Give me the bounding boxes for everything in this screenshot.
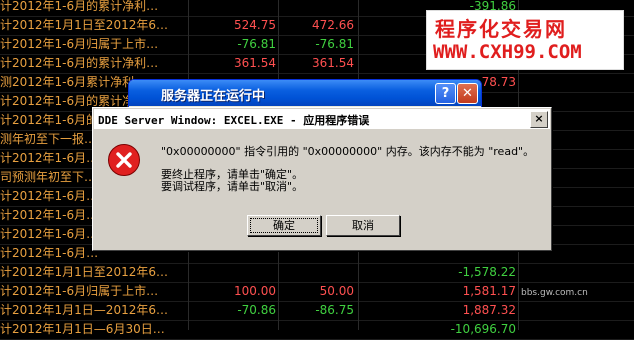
row-value-2: -76.81: [315, 37, 354, 51]
server-window-title: 服务器正在运行中: [161, 89, 266, 104]
error-dialog-title: DDE Server Window: EXCEL.EXE - 应用程序错误: [98, 114, 370, 127]
ok-button[interactable]: 确定: [247, 215, 321, 236]
row-value-3: 1,581.17: [462, 284, 516, 298]
bbs-watermark: bbs.gw.com.cn: [521, 288, 588, 298]
watermark-site-url: WWW.CXH99.COM: [433, 41, 582, 63]
row-value-3: 1,887.32: [462, 303, 516, 317]
row-value-2: [278, 263, 354, 282]
row-value-2: [278, 0, 354, 16]
table-row[interactable]: 计2012年1月1日—6月30日… -10,696.70: [0, 320, 634, 340]
table-row[interactable]: 计2012年1月1日至2012年6… -1,578.22: [0, 263, 634, 283]
row-value-2: 50.00: [319, 284, 354, 298]
row-value-1: [188, 0, 276, 16]
watermark-site-name: 程序化交易网: [435, 17, 567, 41]
error-message-line: "0x00000000" 指令引用的 "0x00000000" 内存。该内存不能…: [161, 145, 535, 158]
error-icon: [108, 144, 140, 176]
row-value-1: 100.00: [234, 284, 276, 298]
row-description: 计2012年1-6月归属于上市…: [0, 37, 159, 51]
watermark-logo: 程序化交易网 WWW.CXH99.COM: [426, 10, 624, 70]
debug-instruction: 要调试程序，请单击"取消"。: [161, 180, 304, 193]
application-error-dialog: DDE Server Window: EXCEL.EXE - 应用程序错误 × …: [92, 107, 552, 251]
error-dialog-close-button[interactable]: ×: [530, 111, 548, 128]
server-window-titlebar[interactable]: 服务器正在运行中 ? ✕: [129, 80, 481, 106]
help-button[interactable]: ?: [435, 83, 456, 104]
cancel-button[interactable]: 取消: [326, 215, 400, 236]
row-description: 计2012年1-6月的累计净利…: [0, 56, 159, 70]
row-value-2: -86.75: [315, 303, 354, 317]
row-value-1: 524.75: [234, 18, 276, 32]
table-row[interactable]: 计2012年1月1日—2012年6… -70.86 -86.75 1,887.32: [0, 301, 634, 321]
row-description: 计2012年1月1日至2012年6…: [0, 265, 168, 279]
row-description: 计2012年1月1日至2012年6…: [0, 18, 168, 32]
row-value-1: -76.81: [237, 37, 276, 51]
row-value-2: 472.66: [312, 18, 354, 32]
row-value-1: [188, 263, 276, 282]
row-description: 计2012年1-6月归属于上市…: [0, 284, 159, 298]
row-value-1: 361.54: [234, 56, 276, 70]
close-button[interactable]: ✕: [457, 83, 478, 104]
row-value-2: 361.54: [312, 56, 354, 70]
row-value-3: -1,578.22: [458, 265, 516, 279]
row-description: 计2012年1月1日—2012年6…: [0, 303, 168, 317]
row-description: 计2012年1-6月的累计净利…: [0, 0, 159, 13]
row-value-1: -70.86: [237, 303, 276, 317]
error-dialog-titlebar[interactable]: DDE Server Window: EXCEL.EXE - 应用程序错误 ×: [94, 109, 550, 129]
